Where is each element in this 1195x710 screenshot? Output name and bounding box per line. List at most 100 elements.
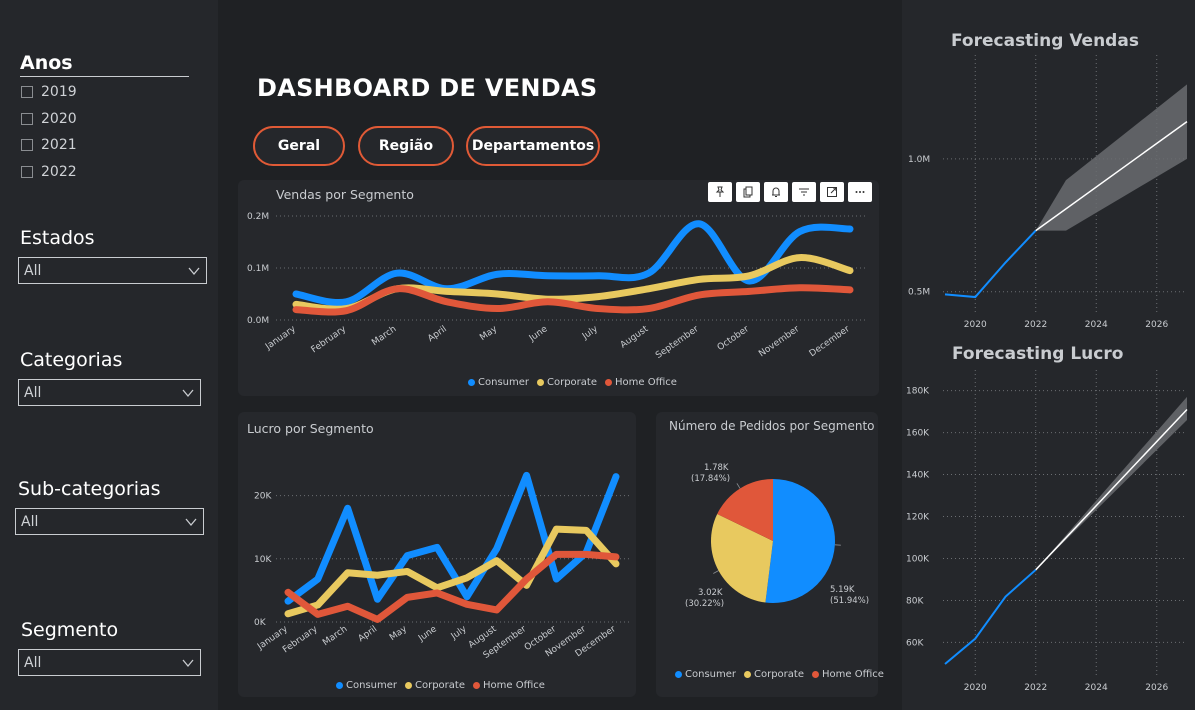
data-point-home-office [345,310,347,312]
data-point-consumer [648,272,650,274]
data-point-consumer [615,476,617,478]
x-tick-label: June [527,324,550,344]
legend-consumer: Consumer [468,377,529,388]
y-tick-label: 80K [906,596,924,606]
x-tick-label: June [416,624,439,644]
data-point-home-office [317,613,319,615]
year-label: 2022 [41,164,77,180]
data-point-home-office [496,609,498,611]
forecast-vendas-title: Forecasting Vendas [951,31,1139,51]
checkbox-icon[interactable] [21,166,33,178]
data-point-corporate [648,288,650,290]
pedidos-legend: Consumer Corporate Home Office [675,669,884,680]
data-point-consumer [496,273,498,275]
year-option-2019[interactable]: 2019 [21,84,77,100]
page-title: DASHBOARD DE VENDAS [257,74,598,102]
estados-value: All [24,262,42,279]
subcategorias-dropdown[interactable]: All [15,508,204,535]
year-option-2020[interactable]: 2020 [21,111,77,127]
filter-icon[interactable] [792,182,816,202]
data-point-corporate [849,270,851,272]
pie-value-label: 5.19K [830,585,855,595]
departamentos-button[interactable]: Departamentos [466,126,600,166]
vendas-legend: Consumer Corporate Home Office [468,377,677,388]
data-point-home-office [597,308,599,310]
data-point-corporate [555,528,557,530]
legend-home-office: Home Office [473,680,545,691]
y-tick-label: 0K [254,618,267,628]
geral-button[interactable]: Geral [253,126,345,166]
x-tick-label: 2022 [1024,320,1047,330]
data-point-consumer [597,275,599,277]
data-point-corporate [698,278,700,280]
pie-leader-line [713,570,719,574]
year-option-2022[interactable]: 2022 [21,164,77,180]
year-label: 2019 [41,84,77,100]
legend-corporate: Corporate [744,669,804,680]
estados-dropdown[interactable]: All [18,257,207,284]
data-point-consumer [436,546,438,548]
data-point-corporate [446,290,448,292]
subcategorias-value: All [21,513,39,530]
actual-line [944,229,1037,299]
x-tick-label: 2024 [1085,683,1108,693]
data-point-corporate [496,560,498,562]
checkbox-icon[interactable] [21,113,33,125]
anos-title: Anos [20,52,73,74]
y-tick-label: 120K [906,513,930,523]
pin-icon[interactable] [708,182,732,202]
data-point-consumer [555,578,557,580]
visual-toolbar [708,182,872,202]
data-point-corporate [799,257,801,259]
checkbox-icon[interactable] [21,86,33,98]
x-tick-label: August [619,324,651,351]
y-tick-label: 0.1M [247,264,269,274]
data-point-consumer [396,272,398,274]
x-tick-label: May [478,324,500,343]
data-point-home-office [347,605,349,607]
pie-leader-line [736,483,741,489]
categorias-dropdown[interactable]: All [18,379,201,406]
copy-icon[interactable] [736,182,760,202]
y-tick-label: 0.2M [247,212,269,222]
forecast-lucro-chart: 2020 2022 2024 2026 60K 80K 100K 120K 140K 160K 18… [906,370,1188,693]
data-point-home-office [585,553,587,555]
chevron-down-icon [182,659,194,667]
pie-value-label: 1.78K [704,463,729,473]
bell-icon[interactable] [764,182,788,202]
lucro-chart: 0K10K20KJanuaryFebruary March April May June… [254,471,630,661]
data-point-corporate [287,613,289,615]
checkbox-icon[interactable] [21,139,33,151]
pie-percent-label: (51.94%) [830,596,869,606]
more-options-icon[interactable] [848,182,872,202]
data-point-corporate [295,303,297,305]
data-point-home-office [295,309,297,311]
data-point-consumer [496,548,498,550]
x-tick-label: 2026 [1145,320,1168,330]
segmento-value: All [24,654,42,671]
y-tick-label: 0.5M [908,288,930,298]
year-option-2021[interactable]: 2021 [21,137,77,153]
data-point-corporate [436,587,438,589]
y-tick-label: 20K [254,492,272,502]
chevron-down-icon [185,518,197,526]
regiao-button[interactable]: Região [358,126,454,166]
legend-corporate: Corporate [405,680,465,691]
y-tick-label: 100K [906,554,930,564]
x-tick-label: 2020 [964,320,987,330]
y-tick-label: 140K [906,471,930,481]
focus-mode-icon[interactable] [820,182,844,202]
data-point-home-office [799,287,801,289]
categorias-value: All [24,384,42,401]
data-point-home-office [547,301,549,303]
segmento-dropdown[interactable]: All [18,649,201,676]
data-point-home-office [555,553,557,555]
x-tick-label: July [580,324,600,342]
x-tick-label: 2020 [964,683,987,693]
data-point-consumer [345,301,347,303]
data-point-home-office [376,618,378,620]
legend-consumer: Consumer [336,680,397,691]
pie-value-label: 3.02K [698,588,723,598]
legend-consumer: Consumer [675,669,736,680]
data-point-consumer [376,598,378,600]
